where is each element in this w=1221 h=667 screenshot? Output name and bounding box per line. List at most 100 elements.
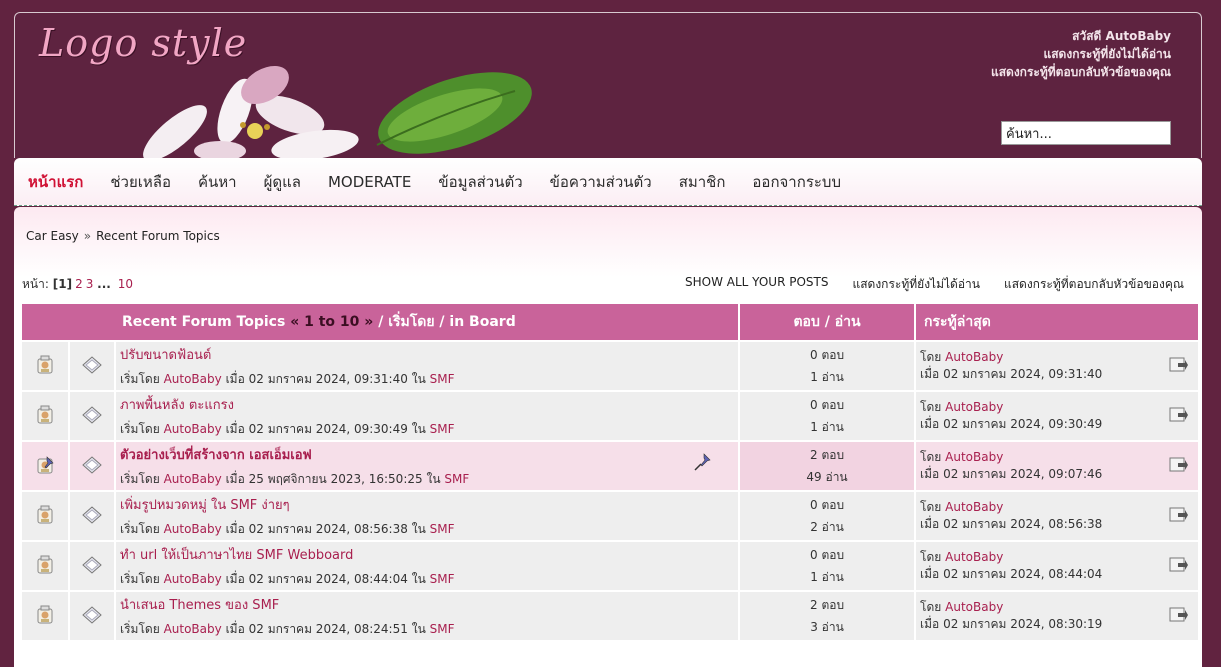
topic-author-link[interactable]: AutoBaby [164,472,222,486]
pagination-last[interactable]: 10 [118,277,133,291]
lastpost-date: 02 มกราคม 2024, 08:56:38 [943,517,1103,531]
menu-item-home[interactable]: หน้าแรก [28,170,83,194]
message-icon-cell [70,492,114,540]
topic-board-link[interactable]: SMF [430,622,455,636]
topic-author-link[interactable]: AutoBaby [164,522,222,536]
pin-icon [692,452,712,475]
topic-author-link[interactable]: AutoBaby [164,622,222,636]
header-title[interactable]: Recent Forum Topics [122,314,285,330]
last-post-icon[interactable] [1168,456,1189,479]
table-row: ภาพพื้นหลัง ตะแกรง เริ่มโดย AutoBaby เมื่… [22,392,1199,440]
header-views[interactable]: อ่าน [835,314,861,330]
pagination-page-2[interactable]: 2 [75,277,83,291]
topic-title-link[interactable]: ภาพพื้นหลัง ตะแกรง [120,394,738,415]
topic-title-link[interactable]: เพิ่มรูปหมวดหมู่ ใน SMF ง่ายๆ [120,494,738,515]
last-post-icon[interactable] [1168,606,1189,629]
menu-item-profile[interactable]: ข้อมูลส่วนตัว [438,170,522,194]
menu-item-messages[interactable]: ข้อความส่วนตัว [550,170,652,194]
unread-replies-button[interactable]: แสดงกระทู้ที่ตอบกลับหัวข้อของคุณ [1004,275,1184,294]
views-count: 49 อ่าน [806,470,848,484]
topic-author-link[interactable]: AutoBaby [164,422,222,436]
header-board[interactable]: / in Board [439,314,515,330]
replies-count: 0 ตอบ [809,498,845,512]
topic-title-link[interactable]: ตัวอย่างเว็บที่สร้างจาก เอสเอ็มเอฟ [120,444,738,465]
lastpost-author-link[interactable]: AutoBaby [945,500,1003,514]
menu-item-admin[interactable]: ผู้ดูแล [264,170,301,194]
topic-board-link[interactable]: SMF [444,472,469,486]
topic-table: Recent Forum Topics « 1 to 10 » / เริ่มโ… [20,302,1200,642]
topic-date: 02 มกราคม 2024, 09:30:49 [248,421,408,436]
breadcrumb-home[interactable]: Car Easy [26,229,79,243]
message-icon [80,455,104,479]
topic-subject-cell: นำเสนอ Themes ของ SMF เริ่มโดย AutoBaby เ… [116,592,739,640]
table-row: นำเสนอ Themes ของ SMF เริ่มโดย AutoBaby เ… [22,592,1199,640]
topic-stats-cell: 0 ตอบ 1 อ่าน [740,392,915,440]
topic-stats-cell: 0 ตอบ 1 อ่าน [740,542,915,590]
main-menu: หน้าแรก ช่วยเหลือ ค้นหา ผู้ดูแล MODERATE… [14,158,1202,206]
topic-icon [34,455,56,479]
lastpost-author-link[interactable]: AutoBaby [945,550,1003,564]
breadcrumb-separator: » [83,229,92,243]
replies-count: 0 ตอบ [809,348,845,362]
topic-title-link[interactable]: ปรับขนาดฟ้อนต์ [120,344,738,365]
header-lastpost[interactable]: กระทู้ล่าสุด [916,304,1199,340]
topic-board-link[interactable]: SMF [430,572,455,586]
message-icon-cell [70,442,114,490]
lastpost-cell: โดย AutoBaby เมื่อ 02 มกราคม 2024, 08:44:… [916,542,1199,590]
pagination-current: [1] [52,277,73,291]
greeting-text: สวัสดี AutoBaby [1072,29,1171,43]
topic-date: 02 มกราคม 2024, 09:31:40 [248,371,408,386]
lastpost-date: 02 มกราคม 2024, 08:44:04 [943,567,1103,581]
topic-board-link[interactable]: SMF [430,372,455,386]
last-post-icon[interactable] [1168,506,1189,529]
views-count: 1 อ่าน [810,370,844,384]
lastpost-author-link[interactable]: AutoBaby [945,400,1003,414]
topic-author-link[interactable]: AutoBaby [164,572,222,586]
lastpost-author-link[interactable]: AutoBaby [945,600,1003,614]
header-range[interactable]: 1 to 10 [304,314,359,330]
topic-date: 02 มกราคม 2024, 08:44:04 [248,571,408,586]
replies-count: 0 ตอบ [809,548,845,562]
views-count: 1 อ่าน [810,570,844,584]
message-icon [80,555,104,579]
table-header: Recent Forum Topics « 1 to 10 » / เริ่มโ… [22,304,1199,340]
topic-title-link[interactable]: ทำ url ให้เป็นภาษาไทย SMF Webboard [120,544,738,565]
header-replies[interactable]: ตอบ [793,314,819,330]
last-post-icon[interactable] [1168,356,1189,379]
unread-topics-button[interactable]: แสดงกระทู้ที่ยังไม่ได้อ่าน [852,275,980,294]
replies-link[interactable]: แสดงกระทู้ที่ตอบกลับหัวข้อของคุณ [991,63,1171,81]
lastpost-author-link[interactable]: AutoBaby [945,450,1003,464]
pagination-page-3[interactable]: 3 [86,277,94,291]
site-header: Logo style สวัสดี AutoBaby แสดงกระทู้ที่… [14,12,1202,158]
topic-date: 25 พฤศจิกายน 2023, 16:50:25 [248,471,423,486]
table-row: ทำ url ให้เป็นภาษาไทย SMF Webboard เริ่มโ… [22,542,1199,590]
topic-subject-cell: ตัวอย่างเว็บที่สร้างจาก เอสเอ็มเอฟ เริ่มโ… [116,442,739,490]
last-post-icon[interactable] [1168,406,1189,429]
topic-status-cell [22,492,68,540]
table-row: ปรับขนาดฟ้อนต์ เริ่มโดย AutoBaby เมื่อ 02… [22,342,1199,390]
unread-posts-link[interactable]: แสดงกระทู้ที่ยังไม่ได้อ่าน [991,45,1172,63]
menu-item-members[interactable]: สมาชิก [679,170,726,194]
lastpost-date: 02 มกราคม 2024, 09:31:40 [943,367,1103,381]
topic-title-link[interactable]: นำเสนอ Themes ของ SMF [120,594,738,615]
lastpost-cell: โดย AutoBaby เมื่อ 02 มกราคม 2024, 08:30:… [916,592,1199,640]
topic-board-link[interactable]: SMF [430,522,455,536]
lastpost-author-link[interactable]: AutoBaby [945,350,1003,364]
show-all-posts-button[interactable]: SHOW ALL YOUR POSTS [685,275,828,294]
menu-item-search[interactable]: ค้นหา [198,170,237,194]
header-started-by[interactable]: / เริ่มโดย [378,314,434,330]
topic-date: 02 มกราคม 2024, 08:24:51 [248,621,408,636]
views-count: 2 อ่าน [810,520,844,534]
menu-item-logout[interactable]: ออกจากระบบ [752,170,841,194]
topic-board-link[interactable]: SMF [430,422,455,436]
menu-item-help[interactable]: ช่วยเหลือ [110,170,171,194]
flower-banner-image [143,66,532,158]
topic-author-link[interactable]: AutoBaby [164,372,222,386]
lastpost-cell: โดย AutoBaby เมื่อ 02 มกราคม 2024, 09:30:… [916,392,1199,440]
message-icon [80,355,104,379]
search-input[interactable] [1001,121,1171,145]
header-range-open: « [290,314,300,330]
topic-status-cell [22,592,68,640]
last-post-icon[interactable] [1168,556,1189,579]
menu-item-moderate[interactable]: MODERATE [328,173,411,191]
